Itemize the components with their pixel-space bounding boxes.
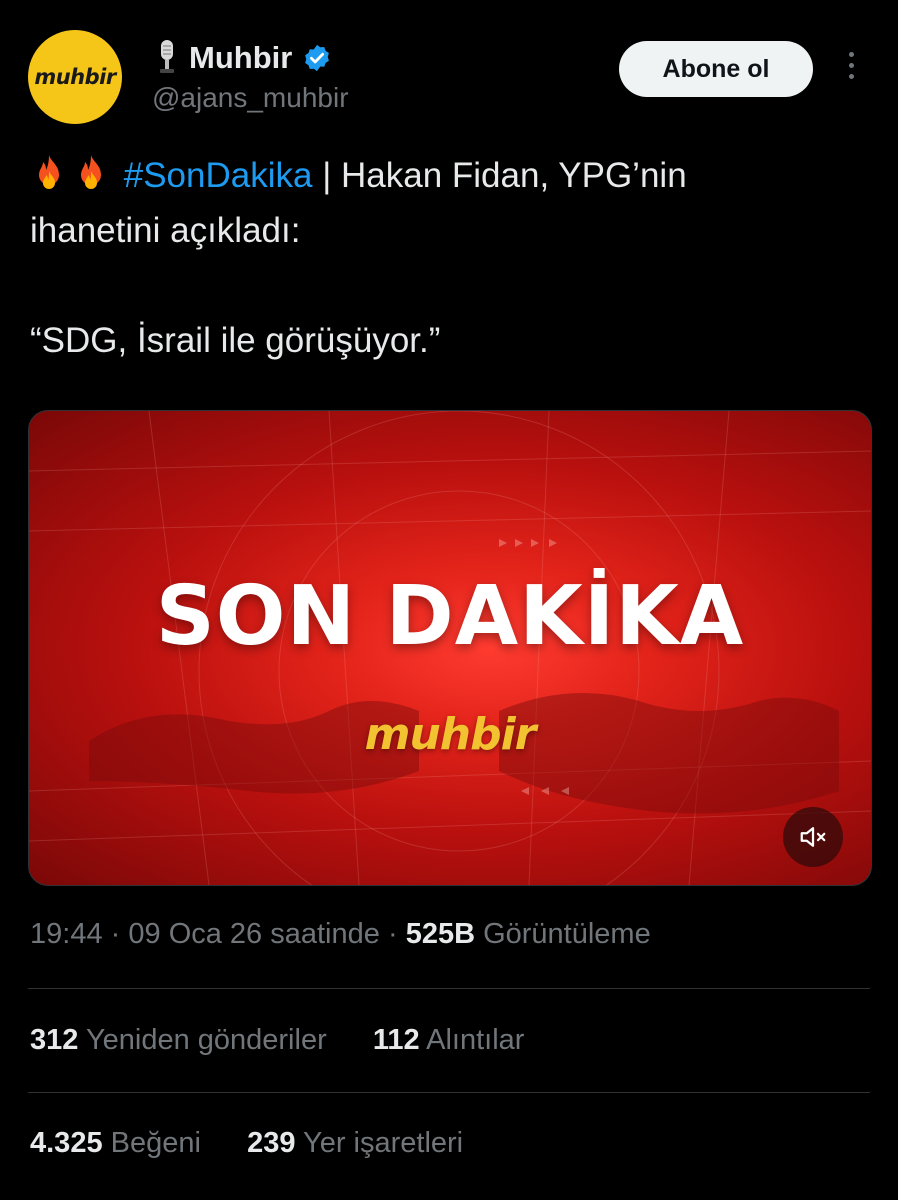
media-logo-text: muhbir bbox=[364, 709, 537, 760]
like-bookmark-stats: 4.325 Beğeni 239 Yer işaretleri bbox=[30, 1127, 463, 1160]
likes-link[interactable]: 4.325 Beğeni bbox=[30, 1127, 209, 1159]
likes-label: Beğeni bbox=[110, 1127, 201, 1159]
bookmarks-link[interactable]: 239 Yer işaretleri bbox=[247, 1127, 463, 1159]
fire-emoji-icon bbox=[81, 155, 101, 189]
tweet-text-line2: ihanetini açıkladı: bbox=[30, 211, 301, 250]
tweet-time[interactable]: 19:44 bbox=[30, 918, 103, 950]
verified-badge-icon bbox=[305, 44, 330, 72]
quotes-link[interactable]: 112 Alıntılar bbox=[373, 1024, 525, 1056]
microphone-icon bbox=[160, 40, 174, 73]
reposts-label: Yeniden gönderiler bbox=[85, 1024, 327, 1056]
reposts-count: 312 bbox=[30, 1024, 79, 1056]
author-name-row[interactable]: Muhbir bbox=[155, 38, 332, 78]
meta-separator: · bbox=[110, 918, 121, 950]
follow-button[interactable]: Abone ol bbox=[619, 41, 813, 97]
media-headline: SON DAKİKA bbox=[155, 569, 745, 664]
mute-button[interactable] bbox=[783, 807, 843, 867]
tweet-quote: “SDG, İsrail ile görüşüyor.” bbox=[30, 321, 441, 360]
account-handle[interactable]: @ajans_muhbir bbox=[152, 82, 349, 114]
likes-count: 4.325 bbox=[30, 1127, 103, 1159]
meta-separator: · bbox=[387, 918, 398, 950]
reposts-link[interactable]: 312 Yeniden gönderiler bbox=[30, 1024, 335, 1056]
divider bbox=[28, 988, 870, 989]
more-options-icon[interactable] bbox=[838, 52, 864, 86]
display-name[interactable]: Muhbir bbox=[189, 40, 292, 76]
tweet-text-line1: | Hakan Fidan, YPG’nin bbox=[312, 156, 687, 195]
views-label: Görüntüleme bbox=[483, 918, 651, 950]
bookmarks-label: Yer işaretleri bbox=[303, 1127, 464, 1159]
avatar-logo-text: muhbir bbox=[34, 65, 116, 89]
divider bbox=[28, 1092, 870, 1093]
hashtag-link[interactable]: #SonDakika bbox=[124, 156, 313, 195]
quotes-count: 112 bbox=[372, 1024, 420, 1056]
tweet-date[interactable]: 09 Oca 26 saatinde bbox=[128, 918, 380, 950]
avatar[interactable]: muhbir bbox=[28, 30, 122, 124]
quotes-label: Alıntılar bbox=[426, 1024, 525, 1056]
tweet-meta: 19:44 · 09 Oca 26 saatinde · 525B Görünt… bbox=[30, 918, 651, 951]
repost-quote-stats: 312 Yeniden gönderiler 112 Alıntılar bbox=[30, 1024, 524, 1057]
fire-emoji-icon bbox=[39, 155, 59, 189]
video-media[interactable]: SON DAKİKA muhbir bbox=[28, 410, 872, 886]
bookmarks-count: 239 bbox=[247, 1127, 296, 1159]
tweet-text: #SonDakika | Hakan Fidan, YPG’nin ihanet… bbox=[30, 148, 870, 368]
views-count: 525B bbox=[405, 918, 476, 950]
mute-icon bbox=[800, 827, 826, 847]
